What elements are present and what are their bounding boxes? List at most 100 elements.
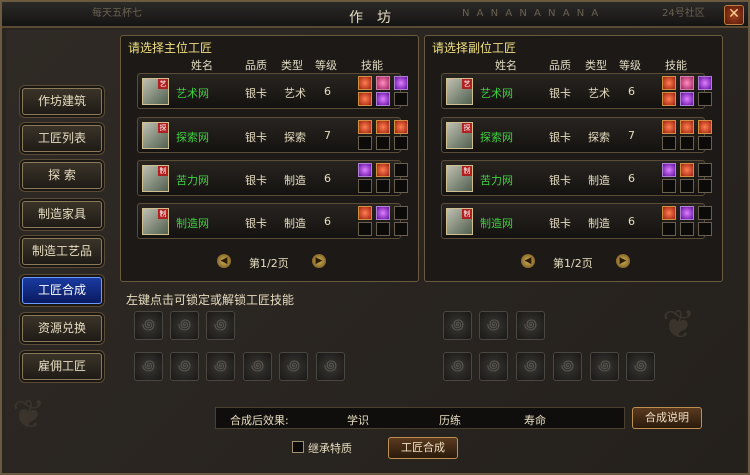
swirl-icon[interactable]: ꩜ (206, 311, 235, 340)
skill-icon[interactable] (698, 76, 712, 90)
nav-make-craft[interactable]: 制造工艺品 (22, 238, 102, 265)
craftsman-portrait: 制 (446, 165, 473, 192)
skill-icon[interactable] (680, 76, 694, 90)
empty-skill-slot[interactable] (698, 206, 712, 220)
empty-skill-slot[interactable] (680, 136, 694, 150)
craftsman-row[interactable]: 探探索网 银卡 探索 7 (441, 117, 712, 153)
inherit-trait-checkbox[interactable] (292, 441, 304, 453)
craftsman-row[interactable]: 探探索网 银卡 探索 7 (137, 117, 408, 153)
empty-skill-slot[interactable] (698, 163, 712, 177)
empty-skill-slot[interactable] (394, 179, 408, 193)
empty-skill-slot[interactable] (394, 206, 408, 220)
nav-hire-craftsman[interactable]: 雇佣工匠 (22, 353, 102, 380)
skill-icon[interactable] (680, 163, 694, 177)
skill-icon[interactable] (680, 120, 694, 134)
craftsman-type-tag: 制 (158, 209, 168, 219)
empty-skill-slot[interactable] (698, 136, 712, 150)
empty-skill-slot[interactable] (698, 92, 712, 106)
empty-skill-slot[interactable] (376, 222, 390, 236)
swirl-icon[interactable]: ꩜ (134, 311, 163, 340)
swirl-icon[interactable]: ꩜ (134, 352, 163, 381)
empty-skill-slot[interactable] (680, 179, 694, 193)
craftsman-row[interactable]: 制制造网 银卡 制造 6 (137, 203, 408, 239)
craftsman-name: 艺术网 (176, 87, 209, 100)
craftsman-row[interactable]: 艺艺术网 银卡 艺术 6 (441, 73, 712, 109)
skill-icon[interactable] (698, 120, 712, 134)
empty-skill-slot[interactable] (662, 179, 676, 193)
swirl-icon[interactable]: ꩜ (479, 352, 508, 381)
craftsman-quality: 银卡 (549, 174, 571, 187)
swirl-icon[interactable]: ꩜ (170, 311, 199, 340)
empty-skill-slot[interactable] (698, 222, 712, 236)
arrow-left-icon[interactable]: ◀ (217, 254, 231, 268)
swirl-icon[interactable]: ꩜ (516, 352, 545, 381)
nav-craftsman-compose[interactable]: 工匠合成 (22, 277, 102, 304)
craftsman-row[interactable]: 制苦力网 银卡 制造 6 (441, 160, 712, 196)
empty-skill-slot[interactable] (394, 136, 408, 150)
skill-icon[interactable] (662, 163, 676, 177)
skill-icon[interactable] (394, 76, 408, 90)
empty-skill-slot[interactable] (394, 222, 408, 236)
nav-resource-exchange[interactable]: 资源兑换 (22, 315, 102, 342)
skill-icon[interactable] (680, 206, 694, 220)
swirl-icon[interactable]: ꩜ (443, 311, 472, 340)
arrow-right-icon[interactable]: ▶ (312, 254, 326, 268)
skill-icon[interactable] (376, 120, 390, 134)
craftsman-row[interactable]: 制制造网 银卡 制造 6 (441, 203, 712, 239)
skill-icon[interactable] (662, 76, 676, 90)
skill-icon[interactable] (376, 163, 390, 177)
skill-icon[interactable] (358, 92, 372, 106)
compose-help-button[interactable]: 合成说明 (632, 407, 702, 429)
swirl-icon[interactable]: ꩜ (516, 311, 545, 340)
empty-skill-slot[interactable] (662, 222, 676, 236)
craftsman-name: 探索网 (176, 131, 209, 144)
skill-icon[interactable] (358, 163, 372, 177)
empty-skill-slot[interactable] (376, 179, 390, 193)
nav-workshop-building[interactable]: 作坊建筑 (22, 88, 102, 115)
skill-icon[interactable] (358, 76, 372, 90)
swirl-icon[interactable]: ꩜ (590, 352, 619, 381)
skill-icon[interactable] (662, 92, 676, 106)
swirl-icon[interactable]: ꩜ (316, 352, 345, 381)
empty-skill-slot[interactable] (662, 136, 676, 150)
skill-icon[interactable] (394, 120, 408, 134)
swirl-icon[interactable]: ꩜ (553, 352, 582, 381)
empty-skill-slot[interactable] (358, 222, 372, 236)
swirl-icon[interactable]: ꩜ (626, 352, 655, 381)
skill-icon[interactable] (680, 92, 694, 106)
craftsman-row[interactable]: 制苦力网 银卡 制造 6 (137, 160, 408, 196)
swirl-icon[interactable]: ꩜ (443, 352, 472, 381)
swirl-icon[interactable]: ꩜ (170, 352, 199, 381)
swirl-icon[interactable]: ꩜ (206, 352, 235, 381)
empty-skill-slot[interactable] (394, 92, 408, 106)
empty-skill-slot[interactable] (376, 136, 390, 150)
craftsman-level: 6 (628, 85, 635, 98)
skill-icon[interactable] (376, 92, 390, 106)
swirl-icon[interactable]: ꩜ (243, 352, 272, 381)
empty-skill-slot[interactable] (698, 179, 712, 193)
swirl-icon[interactable]: ꩜ (279, 352, 308, 381)
compose-button[interactable]: 工匠合成 (388, 437, 458, 459)
skill-icon[interactable] (358, 120, 372, 134)
swirl-icon[interactable]: ꩜ (479, 311, 508, 340)
empty-skill-slot[interactable] (680, 222, 694, 236)
empty-skill-slot[interactable] (358, 136, 372, 150)
arrow-right-icon[interactable]: ▶ (616, 254, 630, 268)
nav-explore[interactable]: 探 索 (22, 162, 102, 189)
empty-skill-slot[interactable] (358, 179, 372, 193)
skill-icon[interactable] (376, 76, 390, 90)
nav-craftsman-list[interactable]: 工匠列表 (22, 125, 102, 152)
skill-icon[interactable] (376, 206, 390, 220)
craftsman-name: 制造网 (480, 217, 513, 230)
skill-icon[interactable] (662, 206, 676, 220)
nav-make-furniture[interactable]: 制造家具 (22, 201, 102, 228)
skill-icon[interactable] (358, 206, 372, 220)
craftsman-row[interactable]: 艺艺术网 银卡 艺术 6 (137, 73, 408, 109)
panel-title: 请选择副位工匠 (432, 41, 517, 55)
arrow-left-icon[interactable]: ◀ (521, 254, 535, 268)
skill-icon[interactable] (662, 120, 676, 134)
pager-text: 第1/2页 (249, 257, 289, 270)
close-button[interactable]: ✕ (724, 5, 744, 25)
craftsman-quality: 银卡 (245, 87, 267, 100)
empty-skill-slot[interactable] (394, 163, 408, 177)
